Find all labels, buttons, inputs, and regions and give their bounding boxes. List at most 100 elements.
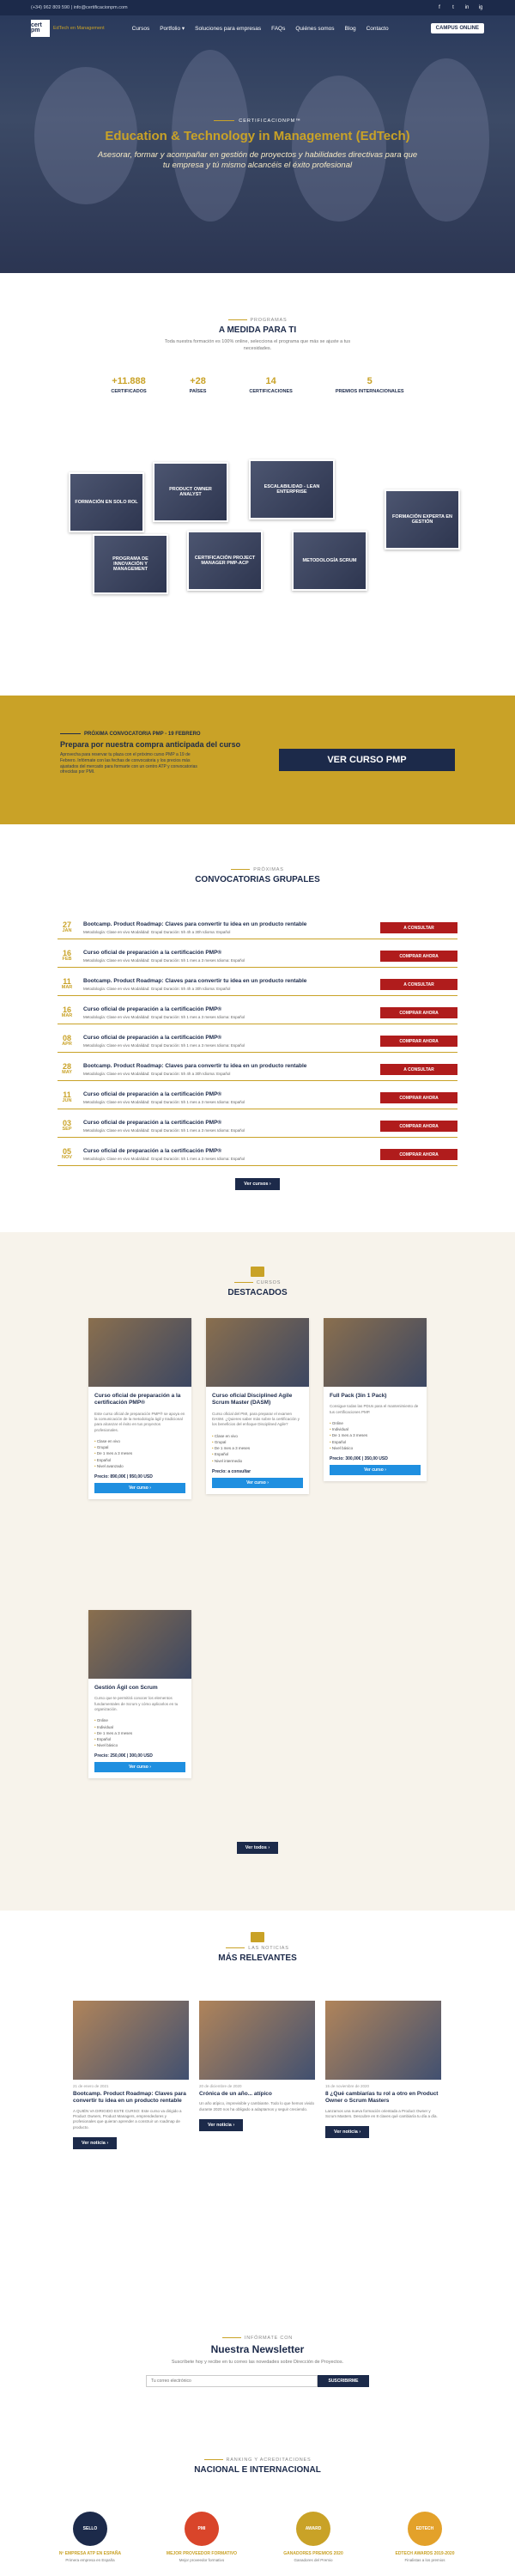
stat-premios: 5 PREMIOS INTERNACIONALES — [335, 376, 404, 395]
hero-title: Education & Technology in Management (Ed… — [105, 129, 410, 143]
ver-noticia-button[interactable]: Ver noticia › — [199, 2119, 244, 2132]
bookmark-icon — [251, 1267, 264, 1277]
row-title[interactable]: Curso oficial de preparación a la certif… — [83, 950, 380, 956]
nav-portfolio[interactable]: Portfolio ▾ — [160, 25, 185, 32]
award-item: AWARD GANADORES PREMIOS 2020 Ganadores d… — [275, 2512, 352, 2562]
logo-mark: cert pm — [31, 20, 50, 37]
row-title[interactable]: Bootcamp. Product Roadmap: Claves para c… — [83, 921, 380, 927]
course-card[interactable]: Full Pack (3in 1 Pack) Consigue todas la… — [324, 1318, 427, 1481]
section-eyebrow: INFÓRMATE CON — [0, 2336, 515, 2341]
noticias-section: LAS NOTICIAS MÁS RELEVANTES — [0, 1932, 515, 1963]
news-card[interactable]: 15 de noviembre de 2020 8 ¿Qué cambiaría… — [325, 2001, 441, 2139]
convocatoria-row: 05 NOV Curso oficial de preparación a la c… — [58, 1144, 457, 1166]
comprar-button[interactable]: COMPRAR AHORA — [380, 1092, 457, 1103]
program-tile[interactable]: FORMACIÓN EN SOLO ROL — [69, 472, 144, 532]
course-image — [88, 1318, 191, 1387]
row-date: 11 MAR — [61, 977, 73, 991]
ver-curso-pmp-button[interactable]: VER CURSO PMP — [279, 749, 455, 771]
convocatoria-row: 28 MAY Bootcamp. Product Roadmap: Claves p… — [58, 1059, 457, 1081]
news-title[interactable]: Bootcamp. Product Roadmap: Claves para c… — [73, 2091, 189, 2105]
contact-info: (+34) 962 809 590 | info@certificacionpm… — [31, 5, 128, 10]
row-meta: Metodología: Clase en vivo Modalidad: Gr… — [83, 958, 245, 963]
course-description: Consigue todas las PDUs para el mantenim… — [330, 1404, 419, 1414]
ver-curso-button[interactable]: Ver curso › — [94, 1762, 185, 1773]
consultar-button[interactable]: A CONSULTAR — [380, 979, 457, 990]
nav-soluciones[interactable]: Soluciones para empresas — [195, 26, 261, 32]
comprar-button[interactable]: COMPRAR AHORA — [380, 1121, 457, 1132]
program-tile[interactable]: PROGRAMA DE INNOVACIÓN Y MANAGEMENT — [93, 534, 168, 594]
news-date: 21 de enero de 2021 — [73, 2084, 109, 2088]
program-tile[interactable]: PRODUCT OWNER ANALYST — [153, 462, 228, 522]
nav-faqs[interactable]: FAQs — [271, 26, 285, 32]
award-item: EDTECH EDTECH AWARDS 2019-2020 Finalista… — [386, 2512, 464, 2562]
facebook-icon[interactable]: f — [436, 4, 443, 11]
campus-online-button[interactable]: CAMPUS ONLINE — [430, 23, 484, 33]
program-tile[interactable]: METODOLOGÍA SCRUM — [292, 531, 367, 591]
award-name: Nº EMPRESA ATP EN ESPAÑA — [58, 2551, 122, 2556]
awards-row: SELLO Nº EMPRESA ATP EN ESPAÑA Primera e… — [0, 2512, 515, 2562]
comprar-button[interactable]: COMPRAR AHORA — [380, 1036, 457, 1047]
instagram-icon[interactable]: ig — [477, 4, 484, 11]
award-badge-icon: PMI — [185, 2512, 219, 2546]
course-description: Curso que te permitirá conocer los eleme… — [94, 1696, 179, 1712]
row-title[interactable]: Curso oficial de preparación a la certif… — [83, 1091, 380, 1097]
row-meta: Metodología: Clase en vivo Modalidad: Gr… — [83, 1157, 245, 1161]
linkedin-icon[interactable]: in — [464, 4, 470, 11]
top-bar: (+34) 962 809 590 | info@certificacionpm… — [0, 0, 515, 15]
program-tile[interactable]: CERTIFICACIÓN PROJECT MANAGER PMP-ACP — [187, 531, 263, 591]
row-meta: Metodología: Clase en vivo Modalidad: Gr… — [83, 1128, 245, 1133]
row-title[interactable]: Curso oficial de preparación a la certif… — [83, 1148, 380, 1154]
nav-blog[interactable]: Blog — [345, 26, 356, 32]
ver-noticia-button[interactable]: Ver noticia › — [325, 2126, 370, 2139]
ver-todos-button[interactable]: Ver todos › — [236, 1842, 279, 1854]
award-caption: Primera empresa en España — [65, 2558, 115, 2562]
consultar-button[interactable]: A CONSULTAR — [380, 1064, 457, 1075]
email-field[interactable] — [146, 2374, 318, 2387]
comprar-button[interactable]: COMPRAR AHORA — [380, 951, 457, 962]
pmp-description: Aprovecha para reservar tu plaza con el … — [60, 752, 197, 775]
twitter-icon[interactable]: t — [450, 4, 457, 11]
ver-noticia-button[interactable]: Ver noticia › — [73, 2137, 118, 2150]
consultar-button[interactable]: A CONSULTAR — [380, 922, 457, 933]
course-title[interactable]: Full Pack (3in 1 Pack) — [330, 1393, 421, 1400]
course-title[interactable]: Curso oficial Disciplined Agile Scrum Ma… — [212, 1393, 303, 1407]
row-title[interactable]: Bootcamp. Product Roadmap: Claves para c… — [83, 978, 380, 984]
pmp-title: Prepara por nuestra compra anticipada de… — [60, 740, 241, 749]
section-eyebrow: PRÓXIMAS — [0, 867, 515, 872]
course-title[interactable]: Gestión Ágil con Scrum — [94, 1685, 185, 1692]
news-card[interactable]: 20 de diciembre de 2020 Crónica de un añ… — [199, 2001, 315, 2132]
news-title[interactable]: 8 ¿Qué cambiarías tu rol a otro en Produ… — [325, 2091, 441, 2105]
program-tile[interactable]: ESCALABILIDAD - LEAN ENTERPRISE — [249, 459, 335, 519]
row-title[interactable]: Curso oficial de preparación a la certif… — [83, 1006, 380, 1012]
news-card[interactable]: 21 de enero de 2021 Bootcamp. Product Ro… — [73, 2001, 189, 2150]
section-title: DESTACADOS — [227, 1288, 288, 1297]
convocatoria-row: 11 MAR Bootcamp. Product Roadmap: Claves p… — [58, 974, 457, 996]
course-card[interactable]: Curso oficial Disciplined Agile Scrum Ma… — [206, 1318, 309, 1494]
nav-quienes-somos[interactable]: Quiénes somos — [295, 26, 334, 32]
program-tile[interactable]: FORMACIÓN EXPERTA EN GESTIÓN — [385, 489, 460, 550]
row-meta: Metodología: Clase en vivo Modalidad: Gr… — [83, 930, 231, 934]
row-title[interactable]: Curso oficial de preparación a la certif… — [83, 1035, 380, 1041]
logo[interactable]: cert pm EdTech en Management — [31, 20, 105, 37]
ver-curso-button[interactable]: Ver curso › — [94, 1483, 185, 1493]
ver-curso-button[interactable]: Ver curso › — [330, 1464, 421, 1475]
subscribe-button[interactable]: SUSCRIBIRME — [318, 2374, 369, 2387]
nav-cursos[interactable]: Cursos — [132, 26, 150, 32]
pmp-banner: PRÓXIMA CONVOCATORIA PMP - 19 FEBRERO Pr… — [0, 696, 515, 824]
nav-contacto[interactable]: Contacto — [367, 26, 389, 32]
course-card[interactable]: Gestión Ágil con Scrum Curso que te perm… — [88, 1610, 191, 1779]
comprar-button[interactable]: COMPRAR AHORA — [380, 1007, 457, 1018]
row-date: 11 JUN — [62, 1091, 72, 1104]
course-title[interactable]: Curso oficial de preparación a la certif… — [94, 1393, 185, 1407]
course-card[interactable]: Curso oficial de preparación a la certif… — [88, 1318, 191, 1499]
ver-cursos-button[interactable]: Ver cursos › — [235, 1178, 280, 1190]
news-title[interactable]: Crónica de un año... atípico — [199, 2091, 315, 2098]
row-title[interactable]: Bootcamp. Product Roadmap: Claves para c… — [83, 1063, 380, 1069]
row-title[interactable]: Curso oficial de preparación a la certif… — [83, 1120, 380, 1126]
stats-row: +11.888 CERTIFICADOS +28 PAÍSES 14 CERTIFIC… — [0, 376, 515, 394]
ver-curso-button[interactable]: Ver curso › — [212, 1477, 303, 1488]
stat-paises: +28 PAÍSES — [189, 376, 207, 395]
course-image — [324, 1318, 427, 1387]
comprar-button[interactable]: COMPRAR AHORA — [380, 1149, 457, 1160]
news-excerpt: A QUIÉN VA DIRIGIDO ESTE CURSO: Este cur… — [73, 2108, 182, 2129]
